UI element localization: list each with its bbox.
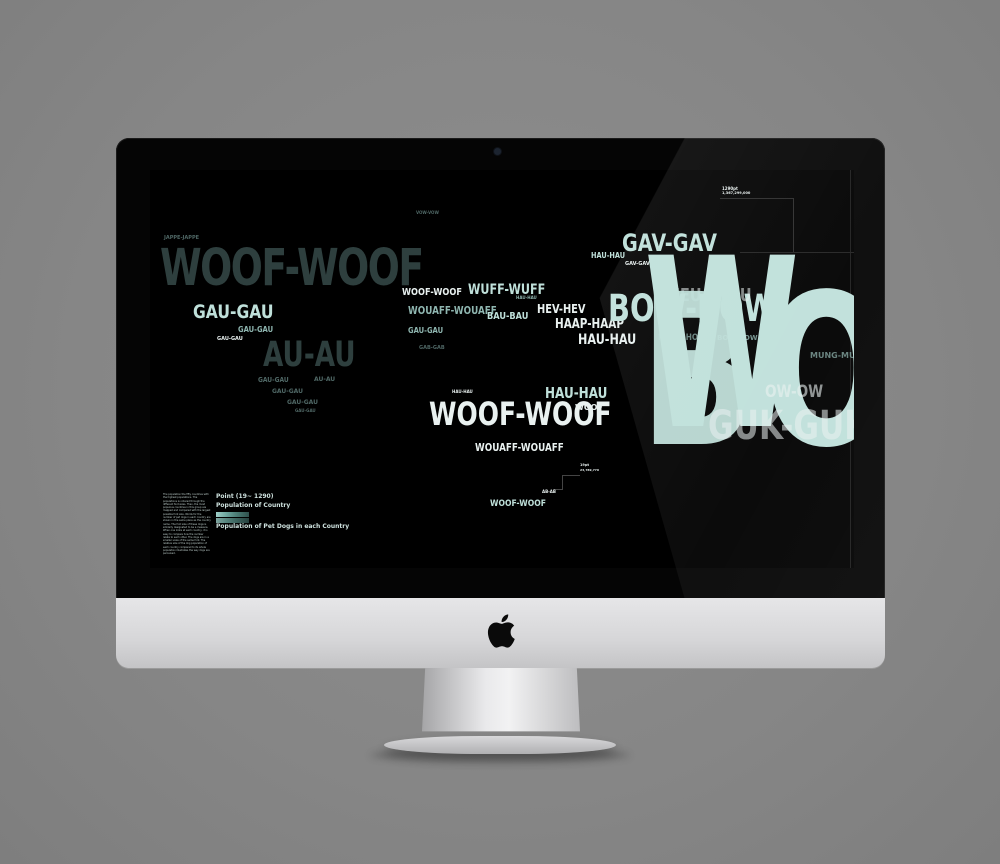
legend-pet-dogs: Population of Pet Dogs in each Country bbox=[216, 523, 350, 530]
word-gau-gau-5: GAU-GAU bbox=[272, 388, 304, 395]
word-gau-gau-3: GAU-GAU bbox=[217, 336, 243, 342]
word-woof-woof-bottom: WOOF-WOOF bbox=[490, 499, 546, 509]
word-hau-hau: HAU-HAU bbox=[578, 332, 637, 348]
stat-small-subvalue: 23,789,779 bbox=[580, 468, 599, 472]
word-au-au-large: AU-AU bbox=[263, 335, 356, 375]
note-paragraph: The population the fifty countries with … bbox=[163, 493, 211, 556]
word-gau-gau-6: GAU-GAU bbox=[287, 399, 319, 406]
word-gau-gau-7: GAU-GAU bbox=[295, 408, 316, 413]
stat-small-value: 19pt bbox=[580, 463, 590, 467]
frame-line-top bbox=[720, 198, 793, 199]
word-gau-gau-4: GAU-GAU bbox=[258, 376, 289, 384]
word-woof-small-2: WOOF bbox=[575, 403, 603, 412]
apple-logo-icon bbox=[487, 614, 515, 648]
word-gau-gau-8: GAU-GAU bbox=[408, 326, 444, 335]
word-bau-bau: BAU-BAU bbox=[487, 311, 529, 322]
word-guk-guk: GUK-GUK bbox=[708, 403, 854, 449]
word-hau-hau-tiny: HAU-HAU bbox=[516, 295, 537, 300]
scene: 1290pt 1,367,299,000 JAPPE-JAPPE VOW-VOW… bbox=[0, 0, 1000, 864]
word-woof-woof-large: WOOF-WOOF bbox=[160, 239, 424, 298]
word-wouaff-wouaff: WOUAFF-WOUAFF bbox=[408, 304, 497, 317]
word-hev-hev: HEV-HEV bbox=[537, 302, 586, 316]
word-gab-gab: GAB-GAB bbox=[419, 345, 445, 351]
word-au-au-small: AU-AU bbox=[314, 376, 336, 383]
word-ow-ow: OW-OW bbox=[765, 382, 824, 402]
camera-icon bbox=[494, 148, 501, 155]
word-hau-hau-top: HAU-HAU bbox=[591, 251, 626, 260]
legend-population: Population of Country bbox=[216, 502, 291, 509]
step-line-2 bbox=[562, 475, 563, 489]
legend-gradient-bar bbox=[216, 512, 249, 517]
word-ab-ab: AB-AB bbox=[542, 489, 556, 494]
imac-stand-foot bbox=[384, 736, 616, 754]
word-woof-woof-small: WOOF-WOOF bbox=[402, 287, 462, 298]
imac-stand-neck bbox=[422, 668, 580, 732]
word-hau-hau-africa-small: HAU-HAU bbox=[452, 389, 473, 394]
word-gau-gau-large: GAU-GAU bbox=[193, 301, 274, 323]
word-wouaff-africa: WOUAFF-WOUAFF bbox=[475, 441, 564, 454]
word-vow-vow: VOW-VOW bbox=[416, 210, 439, 215]
screen: 1290pt 1,367,299,000 JAPPE-JAPPE VOW-VOW… bbox=[150, 170, 854, 568]
stat-top-subvalue: 1,367,299,000 bbox=[722, 191, 751, 195]
word-gau-gau-2: GAU-GAU bbox=[238, 325, 274, 334]
step-line-1 bbox=[562, 475, 580, 476]
legend-point: Point (19~ 1290) bbox=[216, 493, 274, 500]
